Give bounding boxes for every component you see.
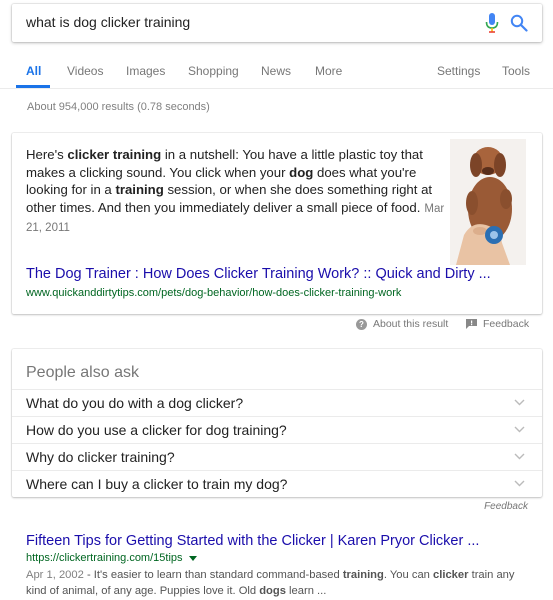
result-desc-bold: training <box>342 569 384 581</box>
active-tab-indicator <box>16 85 50 88</box>
snippet-footer: ? About this result Feedback <box>0 318 553 334</box>
tab-shopping[interactable]: Shopping <box>188 64 239 78</box>
search-input[interactable]: what is dog clicker training <box>26 14 190 30</box>
snippet-text-bold: training <box>115 182 164 198</box>
caret-down-icon[interactable] <box>188 555 197 561</box>
snippet-text: Here's clicker training in a nutshell: Y… <box>26 146 446 238</box>
paa-title: People also ask <box>26 364 139 381</box>
paa-question-text: Where can I buy a clicker to train my do… <box>26 476 288 492</box>
paa-question-text: Why do clicker training? <box>26 449 175 465</box>
result-stats: About 954,000 results (0.78 seconds) <box>27 101 210 113</box>
tab-more[interactable]: More <box>315 64 342 78</box>
people-also-ask: People also ask What do you do with a do… <box>12 349 542 497</box>
search-tabs: All Videos Images Shopping News More Set… <box>0 52 553 89</box>
result-date: Apr 1, 2002 <box>26 569 84 581</box>
snippet-text-part: Here's <box>26 147 68 162</box>
feedback-label: Feedback <box>483 318 530 330</box>
search-icon[interactable] <box>510 14 528 32</box>
paa-question[interactable]: How do you use a clicker for dog trainin… <box>12 416 542 443</box>
dog-with-clicker-photo[interactable] <box>450 139 526 265</box>
result-url-text[interactable]: https://clickertraining.com/15tips <box>26 552 183 564</box>
result-desc-part: - It's easier to learn than standard com… <box>83 569 343 581</box>
snippet-text-bold: dog <box>289 164 314 180</box>
result-description: Apr 1, 2002 - It's easier to learn than … <box>26 567 536 599</box>
result-desc-part: learn ... <box>285 585 327 597</box>
paa-question[interactable]: What do you do with a dog clicker? <box>12 389 542 416</box>
chevron-down-icon <box>514 480 525 487</box>
tab-settings[interactable]: Settings <box>437 64 480 78</box>
search-bar[interactable]: what is dog clicker training <box>12 4 542 42</box>
about-this-result-link[interactable]: ? About this result <box>356 318 448 330</box>
paa-feedback-link[interactable]: Feedback <box>484 501 528 512</box>
help-icon: ? <box>356 318 367 330</box>
result-desc-part: . You can <box>383 569 434 581</box>
result-desc-bold: clicker <box>433 569 469 581</box>
result-title-link[interactable]: Fifteen Tips for Getting Started with th… <box>26 533 479 549</box>
feedback-icon <box>466 319 477 329</box>
result-desc-bold: dogs <box>259 585 286 597</box>
tab-tools[interactable]: Tools <box>502 64 530 78</box>
tab-videos[interactable]: Videos <box>67 64 103 78</box>
result-url[interactable]: https://clickertraining.com/15tips <box>26 552 197 564</box>
snippet-url[interactable]: www.quickanddirtytips.com/pets/dog-behav… <box>26 287 401 299</box>
about-this-result-label: About this result <box>373 318 449 330</box>
featured-snippet: Here's clicker training in a nutshell: Y… <box>12 133 542 314</box>
paa-question-text: How do you use a clicker for dog trainin… <box>26 422 287 438</box>
microphone-icon[interactable] <box>485 13 499 33</box>
snippet-text-bold: clicker training <box>67 147 162 162</box>
snippet-title-link[interactable]: The Dog Trainer : How Does Clicker Train… <box>26 266 526 282</box>
paa-question[interactable]: Why do clicker training? <box>12 443 542 470</box>
chevron-down-icon <box>514 399 525 406</box>
tab-news[interactable]: News <box>261 64 291 78</box>
chevron-down-icon <box>514 426 525 433</box>
tab-images[interactable]: Images <box>126 64 165 78</box>
paa-question-text: What do you do with a dog clicker? <box>26 395 244 411</box>
chevron-down-icon <box>514 453 525 460</box>
tab-all[interactable]: All <box>26 64 41 78</box>
feedback-link[interactable]: Feedback <box>466 318 529 330</box>
paa-question[interactable]: Where can I buy a clicker to train my do… <box>12 470 542 497</box>
